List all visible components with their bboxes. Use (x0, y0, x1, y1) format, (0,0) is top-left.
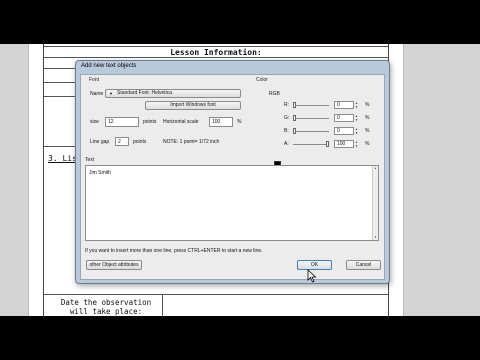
channel-unit: % (365, 102, 370, 108)
spinner-arrows-icon[interactable]: ▲ ▼ (354, 127, 359, 135)
channel-value-input[interactable]: 100 (334, 140, 354, 148)
channel-slider-thumb[interactable] (326, 141, 329, 147)
channel-slider-thumb[interactable] (293, 115, 296, 121)
channel-value-input[interactable]: 0 (334, 101, 354, 109)
size-input[interactable]: 12 (105, 117, 139, 127)
dialog-title: Add new text objects (81, 63, 137, 69)
channel-slider-thumb[interactable] (293, 102, 296, 108)
cancel-button[interactable]: Cancel (346, 260, 381, 270)
text-scrollbar[interactable]: ▲ ▼ (372, 166, 378, 240)
channel-unit: % (365, 115, 370, 121)
mouse-pointer-icon (307, 269, 317, 283)
scroll-down-icon[interactable]: ▼ (373, 235, 378, 240)
channel-unit: % (365, 128, 370, 134)
line-gap-label: Line gap (90, 139, 110, 145)
table-border (44, 294, 388, 295)
channel-unit: % (365, 141, 370, 147)
line-gap-input[interactable]: 2 (115, 137, 129, 146)
dropdown-arrow-icon: ▼ (109, 91, 113, 96)
channel-label: A: (284, 141, 289, 147)
multiline-hint: If you want to insert more than one line… (85, 248, 263, 254)
channel-slider-track[interactable] (293, 144, 329, 145)
text-label: Text (85, 157, 95, 163)
import-windows-font-button[interactable]: Import Windows font (145, 101, 241, 110)
color-group-label: Color (256, 77, 268, 83)
dialog-body: Font Name ▼ Standard Font: Helvetica Imp… (80, 74, 385, 280)
line-gap-unit: points (133, 139, 147, 145)
channel-slider-track[interactable] (293, 118, 329, 119)
spinner-arrows-icon[interactable]: ▲ ▼ (354, 140, 359, 148)
horizontal-scale-label: Horizontal scale (163, 119, 199, 125)
document-title: Lesson Information: (170, 48, 262, 57)
horizontal-scale-input[interactable]: 100 (209, 117, 233, 127)
table-border (162, 294, 163, 316)
rgb-label: RGB (269, 91, 280, 97)
channel-label: B: (284, 128, 289, 134)
channel-label: G: (284, 115, 290, 121)
spinner-arrows-icon[interactable]: ▲ ▼ (354, 101, 359, 109)
point-note: NOTE: 1 point= 1/72 inch (163, 139, 220, 145)
screen: Lesson Information: 3. List yo Date the … (0, 44, 480, 316)
table-border (44, 57, 388, 58)
dialog-titlebar[interactable]: Add new text objects (76, 61, 389, 73)
scroll-up-icon[interactable]: ▲ (373, 166, 378, 171)
font-name-value: Standard Font: Helvetica (117, 90, 173, 96)
channel-value-input[interactable]: 0 (334, 127, 354, 135)
channel-value-input[interactable]: 0 (334, 114, 354, 122)
size-unit: points (143, 119, 157, 125)
font-group-label: Font (89, 77, 100, 83)
spinner-arrows-icon[interactable]: ▲ ▼ (354, 114, 359, 122)
font-name-select[interactable]: ▼ Standard Font: Helvetica (105, 89, 241, 98)
channel-slider-track[interactable] (293, 105, 329, 106)
table-border (44, 46, 388, 47)
text-input[interactable]: Jim Smith ▲ ▼ (85, 165, 379, 241)
channel-slider-thumb[interactable] (293, 128, 296, 134)
channel-label: R: (284, 102, 289, 108)
name-label: Name (90, 91, 104, 97)
add-text-dialog: Add new text objects Font Name ▼ Standar… (75, 60, 390, 284)
horizontal-scale-unit: % (237, 119, 242, 125)
other-object-attributes-button[interactable]: other Object attributes (86, 260, 142, 270)
text-value: Jim Smith (89, 170, 111, 176)
document-date-label: Date the observation will take place: (60, 298, 152, 316)
channel-slider-track[interactable] (293, 131, 329, 132)
size-label: size (90, 119, 99, 125)
